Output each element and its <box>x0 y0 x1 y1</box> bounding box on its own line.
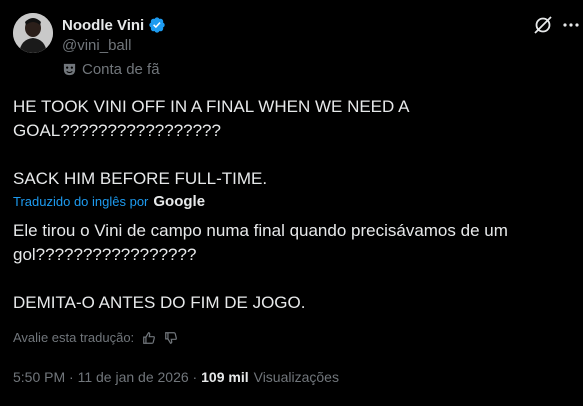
grok-button[interactable] <box>533 15 553 35</box>
grok-icon <box>534 16 552 34</box>
views-label: Visualizações <box>253 369 339 385</box>
translated-by-link[interactable]: Traduzido do inglês por <box>13 194 148 209</box>
thumbs-up-icon[interactable] <box>142 331 156 345</box>
rating-prompt: Avalie esta tradução: <box>13 330 135 345</box>
verified-badge-icon <box>149 17 165 33</box>
tweet-meta: 5:50 PM · 11 de jan de 2026 · 109 mil Vi… <box>13 369 339 385</box>
more-options-button[interactable] <box>562 16 580 34</box>
meta-separator: · <box>188 369 202 385</box>
more-options-icon <box>563 23 579 27</box>
views-count: 109 mil <box>201 369 249 385</box>
fan-account-label: Conta de fã <box>62 61 160 78</box>
theater-mask-icon <box>63 63 76 76</box>
author-row: Noodle Vini <box>62 15 166 35</box>
tweet-translated-line2: DEMITA-O ANTES DO FIM DE JOGO. <box>13 293 306 312</box>
meta-separator: · <box>65 369 78 385</box>
author-name[interactable]: Noodle Vini <box>62 17 144 34</box>
tweet-original-line2: SACK HIM BEFORE FULL-TIME. <box>13 169 268 188</box>
tweet-time[interactable]: 5:50 PM <box>13 369 65 385</box>
avatar-image <box>13 13 53 53</box>
tweet-date[interactable]: 11 de jan de 2026 <box>78 369 189 385</box>
tweet-card: Noodle Vini @vini_ball Conta de fã HE TO… <box>0 0 583 406</box>
fan-account-text: Conta de fã <box>82 61 160 78</box>
translation-rating: Avalie esta tradução: <box>13 330 178 345</box>
author-handle[interactable]: @vini_ball <box>62 37 131 54</box>
google-logo: Google <box>153 193 206 210</box>
avatar[interactable] <box>13 13 53 53</box>
translation-attribution: Traduzido do inglês por Google <box>13 193 205 210</box>
thumbs-down-icon[interactable] <box>164 331 178 345</box>
tweet-translated-line1: Ele tirou o Vini de campo numa final qua… <box>13 221 513 264</box>
tweet-original-line1: HE TOOK VINI OFF IN A FINAL WHEN WE NEED… <box>13 97 414 140</box>
